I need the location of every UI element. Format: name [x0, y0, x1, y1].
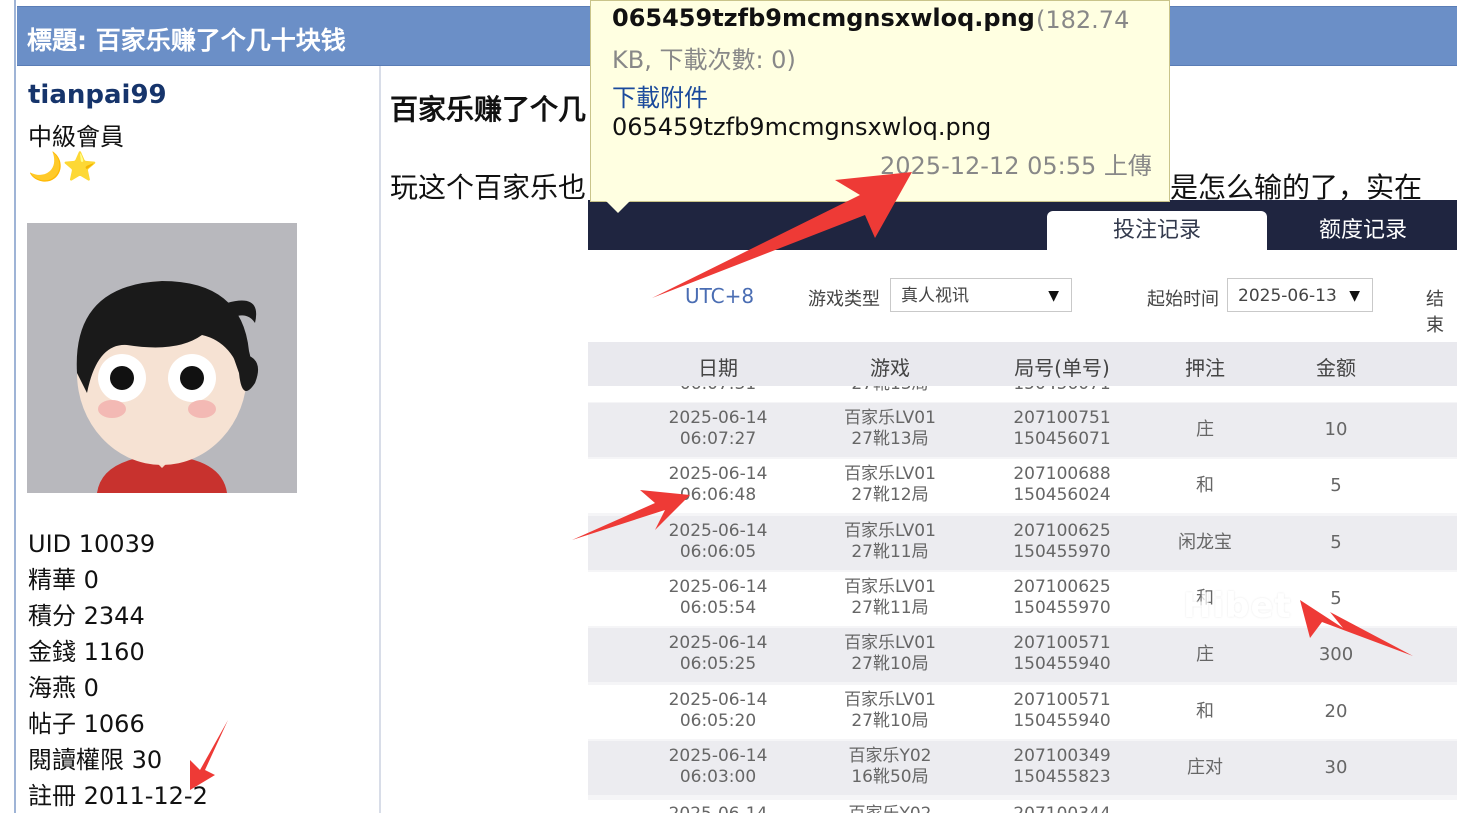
column-date: 日期 [698, 356, 738, 380]
attachment-image[interactable]: 投注记录 额度记录 UTC+8 游戏类型 真人视讯 ▼ 起始时间 2025-06-… [588, 200, 1457, 813]
cell-round: 207100625 150455970 [1013, 576, 1111, 618]
download-attachment-link[interactable]: 下載附件 [612, 78, 708, 113]
cell-date: 2025-06-14 06:03:00 [668, 745, 768, 787]
cell-game: 百家乐LV01 27靴10局 [844, 689, 936, 731]
author-stats: UID 10039 精華 0 積分 2344 金錢 1160 海燕 0 帖子 1… [28, 528, 208, 816]
stat-read-permission: 閱讀權限 30 [28, 746, 163, 774]
rank-stars-icon: 🌙⭐ [28, 150, 98, 183]
stat-registered: 註冊 2011-12-2 [28, 782, 208, 810]
column-game: 游戏 [870, 356, 910, 380]
cell-game: 百家乐LV01 27靴12局 [844, 464, 936, 506]
stat-haiyan: 海燕 0 [28, 674, 99, 702]
stat-points: 積分 2344 [28, 602, 145, 630]
cell-date: 2025-06-14 06:05:25 [668, 633, 768, 675]
table-row: 2025-06-14 06:06:05 百家乐LV01 27靴11局 207100625… [588, 515, 1457, 570]
tab-bet-records[interactable]: 投注记录 [1047, 211, 1267, 250]
post-title: 百家乐赚了个几 [390, 93, 587, 126]
table-row: 2025-06-14 06:05:20 百家乐LV01 27靴10局 207100571… [588, 684, 1457, 739]
cell-amount: 10 [1324, 419, 1348, 440]
table-row: 06:07:31 27靴13局 150456071 [588, 386, 1457, 402]
upload-time: 2025-12-12 05:55 上傳 [880, 152, 1152, 180]
cell-game: 百家乐Y02 16靴50局 [848, 745, 932, 787]
cell-date: 2025-06-14 06:05:54 [668, 576, 768, 618]
column-amount: 金额 [1316, 356, 1356, 380]
cell-round: 207100349 150455823 [1013, 745, 1111, 787]
stat-money: 金錢 1160 [28, 638, 145, 666]
cell-round: 207100688 150456024 [1013, 464, 1111, 506]
start-time-label: 起始时间 [1147, 289, 1219, 310]
cell-round: 207100625 150455970 [1013, 520, 1111, 562]
game-type-select[interactable]: 真人视讯 ▼ [890, 278, 1072, 312]
table-row: 2025-06-14 06:07:27 百家乐LV01 27靴13局 207100751… [588, 403, 1457, 457]
table-row: 2025-06-14 06:06:48 百家乐LV01 27靴12局 207100688… [588, 459, 1457, 514]
stat-digest: 精華 0 [28, 566, 99, 594]
watermark: Hibet [1183, 586, 1292, 626]
author-rank: 中級會員 [28, 123, 124, 151]
cell-round: 207100751 150456071 [1013, 408, 1111, 449]
table-row: 2025-06-14 06:05:25 百家乐LV01 27靴10局 207100571… [588, 628, 1457, 683]
cell-amount: 5 [1330, 475, 1342, 497]
column-round: 局号(单号) [1014, 356, 1110, 380]
cell-date: 2025-06-14 06:05:20 [668, 689, 768, 731]
cell-amount: 300 [1318, 644, 1354, 666]
cell-date: 2025-06-14 06:07:27 [668, 408, 768, 449]
end-time-label: 结束 [1426, 289, 1444, 336]
cell-date: 2025-06-14 06:06:48 [668, 464, 768, 506]
tooltip-arrow [606, 201, 630, 213]
post-body: 玩这个百家乐也 [390, 171, 587, 204]
stat-uid: UID 10039 [28, 530, 156, 558]
cell-amount: 5 [1330, 531, 1342, 553]
attachment-file-link[interactable]: 065459tzfb9mcmgnsxwloq.png [612, 113, 991, 141]
thread-title: 標題: 百家乐赚了个几十块钱 [27, 26, 346, 55]
start-time-select[interactable]: 2025-06-13 ▼ [1227, 278, 1373, 312]
cell-game: 百家乐LV01 27靴10局 [844, 633, 936, 675]
chevron-down-icon: ▼ [1048, 288, 1059, 304]
attachment-size-downloads: KB, 下載次數: 0) [612, 46, 796, 74]
cell-round: 207100571 150455940 [1013, 633, 1111, 675]
avatar[interactable] [27, 223, 297, 493]
cell-date: 2025-06-14 06:06:05 [668, 520, 768, 562]
attachment-filename: 065459tzfb9mcmgnsxwloq.png [612, 4, 1035, 32]
author-username[interactable]: tianpai99 [28, 80, 167, 110]
game-type-label: 游戏类型 [808, 289, 880, 310]
chevron-down-icon: ▼ [1349, 288, 1360, 304]
cell-game: 百家乐LV01 27靴11局 [844, 576, 936, 618]
stat-posts: 帖子 1066 [28, 710, 145, 738]
cell-round: 207100571 150455940 [1013, 689, 1111, 731]
column-bet: 押注 [1185, 356, 1225, 380]
table-row: 2025-06-14 百家乐Y02 207100344 [588, 800, 1457, 813]
cell-amount: 20 [1324, 700, 1348, 722]
timezone-label: UTC+8 [685, 284, 755, 308]
attachment-size: (182.74 [1036, 6, 1130, 34]
avatar-image [27, 223, 297, 493]
cell-game: 百家乐LV01 27靴11局 [844, 520, 936, 562]
tab-credit-records[interactable]: 额度记录 [1269, 211, 1457, 250]
table-row: 2025-06-14 06:05:54 百家乐LV01 27靴11局 207100625… [588, 571, 1457, 626]
cell-game: 百家乐LV01 27靴13局 [844, 408, 936, 449]
table-row: 2025-06-14 06:03:00 百家乐Y02 16靴50局 207100349 1… [588, 740, 1457, 795]
cell-amount: 30 [1324, 756, 1348, 778]
